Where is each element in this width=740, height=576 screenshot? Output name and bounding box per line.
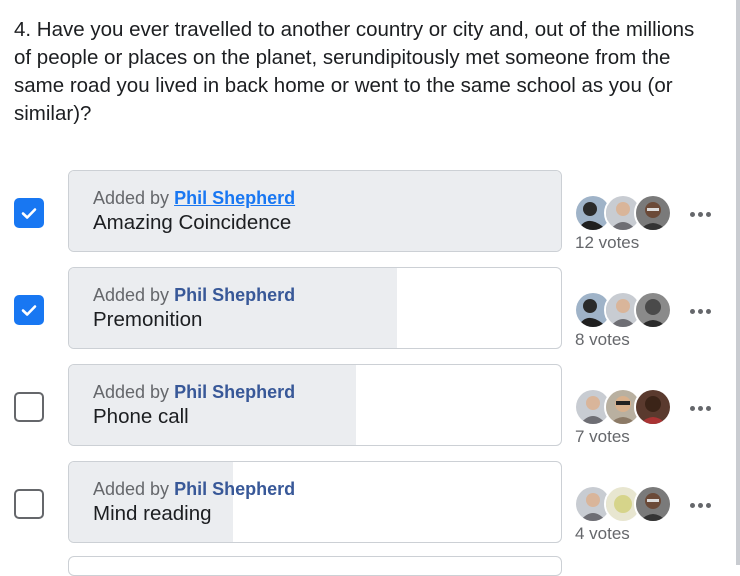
added-by-line: Added by Phil Shepherd — [93, 381, 295, 403]
vote-count: 8 votes — [575, 330, 630, 349]
option-card[interactable]: Added by Phil Shepherd Mind reading — [68, 461, 562, 543]
option-checkbox[interactable] — [14, 489, 44, 519]
avatar-icon — [634, 194, 672, 232]
added-by-line: Added by Phil Shepherd — [93, 284, 295, 306]
added-by-prefix: Added by — [93, 382, 175, 402]
more-options-icon[interactable] — [685, 301, 715, 321]
vote-count: 4 votes — [575, 524, 630, 543]
option-label: Amazing Coincidence — [93, 211, 292, 234]
option-checkbox[interactable] — [14, 392, 44, 422]
author-link[interactable]: Phil Shepherd — [174, 188, 295, 208]
voter-avatars[interactable] — [574, 485, 674, 523]
poll-option: Added by Phil Shepherd Phone call 7 vote… — [0, 364, 740, 454]
added-by-line: Added by Phil Shepherd — [93, 478, 295, 500]
cut-off-text-row — [0, 0, 740, 8]
vote-count: 7 votes — [575, 427, 630, 446]
poll-question: 4. Have you ever travelled to another co… — [14, 18, 695, 125]
option-card[interactable]: Added by Phil Shepherd Premonition — [68, 267, 562, 349]
poll-option: Added by Phil Shepherd Mind reading 4 vo… — [0, 461, 740, 551]
scrollbar[interactable] — [736, 0, 740, 565]
poll-option: Added by Phil Shepherd Amazing Coinciden… — [0, 170, 740, 260]
option-card[interactable]: Added by Phil Shepherd Phone call — [68, 364, 562, 446]
option-label: Premonition — [93, 308, 203, 331]
added-by-prefix: Added by — [93, 188, 175, 208]
option-label: Phone call — [93, 405, 189, 428]
author-link[interactable]: Phil Shepherd — [174, 285, 295, 305]
more-options-icon[interactable] — [685, 398, 715, 418]
voter-avatars[interactable] — [574, 291, 674, 329]
voter-avatars[interactable] — [574, 388, 674, 426]
option-checkbox[interactable] — [14, 295, 44, 325]
avatar-icon — [634, 485, 672, 523]
check-icon — [21, 305, 37, 316]
option-label: Mind reading — [93, 502, 212, 525]
vote-count: 12 votes — [575, 233, 640, 252]
option-card-partial[interactable] — [68, 556, 562, 576]
author-link[interactable]: Phil Shepherd — [174, 479, 295, 499]
author-link[interactable]: Phil Shepherd — [174, 382, 295, 402]
poll-option: Added by Phil Shepherd Premonition 8 vot… — [0, 267, 740, 357]
more-options-icon[interactable] — [685, 204, 715, 224]
added-by-prefix: Added by — [93, 285, 175, 305]
voter-avatars[interactable] — [574, 194, 674, 232]
avatar-icon — [634, 291, 672, 329]
option-card[interactable]: Added by Phil Shepherd Amazing Coinciden… — [68, 170, 562, 252]
added-by-prefix: Added by — [93, 479, 175, 499]
check-icon — [21, 208, 37, 219]
added-by-line: Added by Phil Shepherd — [93, 187, 295, 209]
more-options-icon[interactable] — [685, 495, 715, 515]
option-checkbox[interactable] — [14, 198, 44, 228]
avatar-icon — [634, 388, 672, 426]
